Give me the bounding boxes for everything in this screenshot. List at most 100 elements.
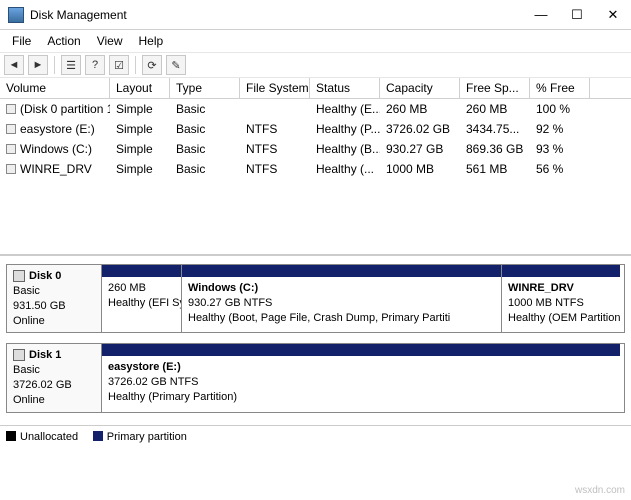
forward-button[interactable]: ► (28, 55, 48, 75)
menu-view[interactable]: View (89, 32, 131, 50)
volume-capacity: 930.27 GB (380, 139, 460, 159)
volume-fs: NTFS (240, 159, 310, 179)
volume-fs: NTFS (240, 139, 310, 159)
disk-name: Disk 0 (29, 270, 61, 282)
col-pctfree[interactable]: % Free (530, 78, 590, 98)
volume-row[interactable]: WINRE_DRVSimpleBasicNTFSHealthy (...1000… (0, 159, 631, 179)
volume-layout: Simple (110, 159, 170, 179)
volume-free: 260 MB (460, 99, 530, 119)
legend-primary-label: Primary partition (107, 431, 187, 443)
volume-fs: NTFS (240, 119, 310, 139)
partition-size: 3726.02 GB NTFS (108, 376, 199, 388)
volume-row[interactable]: (Disk 0 partition 1)SimpleBasic Healthy (… (0, 99, 631, 119)
settings-button[interactable]: ✎ (166, 55, 186, 75)
disk-group[interactable]: Disk 0 Basic 931.50 GB Online 260 MB Healthy … (6, 264, 625, 333)
disk-name: Disk 1 (29, 349, 61, 361)
partition-body: WINRE_DRV 1000 MB NTFS Healthy (OEM Partit… (502, 277, 620, 330)
partition[interactable]: WINRE_DRV 1000 MB NTFS Healthy (OEM Partit… (502, 265, 620, 332)
minimize-button[interactable]: — (523, 0, 559, 29)
col-capacity[interactable]: Capacity (380, 78, 460, 98)
watermark: wsxdn.com (575, 485, 625, 496)
legend-primary-swatch (93, 431, 103, 441)
volume-capacity: 260 MB (380, 99, 460, 119)
menu-action[interactable]: Action (39, 32, 88, 50)
partitions: easystore (E:)3726.02 GB NTFSHealthy (Pr… (102, 344, 624, 411)
partition-name: Windows (C:) (188, 282, 258, 294)
partition[interactable]: 260 MB Healthy (EFI System (102, 265, 182, 332)
toolbar: ◄ ► ☰ ? ☑ ⟳ ✎ (0, 52, 631, 78)
disk-state: Online (13, 315, 45, 327)
col-status[interactable]: Status (310, 78, 380, 98)
partition-color-bar (102, 344, 620, 356)
partition-body: Windows (C:) 930.27 GB NTFS Healthy (Boot,… (182, 277, 501, 330)
volume-fs (240, 99, 310, 119)
disk-size: 3726.02 GB (13, 379, 72, 391)
volume-name: Windows (C:) (0, 139, 110, 159)
volume-status: Healthy (B... (310, 139, 380, 159)
disk-size: 931.50 GB (13, 300, 66, 312)
disk-type: Basic (13, 364, 40, 376)
partition-size: 260 MB (108, 282, 146, 294)
volume-type: Basic (170, 119, 240, 139)
partition-status: Healthy (EFI System (108, 297, 181, 309)
close-button[interactable]: ✕ (595, 0, 631, 29)
partition-status: Healthy (Boot, Page File, Crash Dump, Pr… (188, 312, 450, 324)
volume-capacity: 3726.02 GB (380, 119, 460, 139)
volume-name: easystore (E:) (0, 119, 110, 139)
legend-unallocated-label: Unallocated (20, 431, 78, 443)
partition-status: Healthy (Primary Partition) (108, 391, 237, 403)
refresh-button[interactable]: ⟳ (142, 55, 162, 75)
partition-size: 1000 MB NTFS (508, 297, 584, 309)
volume-free: 869.36 GB (460, 139, 530, 159)
partition-body: easystore (E:)3726.02 GB NTFSHealthy (Pr… (102, 356, 620, 409)
partitions: 260 MB Healthy (EFI System Windows (C:) 930… (102, 265, 624, 332)
menu-file[interactable]: File (4, 32, 39, 50)
volume-row[interactable]: Windows (C:)SimpleBasicNTFSHealthy (B...… (0, 139, 631, 159)
col-filesystem[interactable]: File System (240, 78, 310, 98)
app-icon (8, 7, 24, 23)
help-button[interactable]: ? (85, 55, 105, 75)
list-view-button[interactable]: ☰ (61, 55, 81, 75)
partition-size: 930.27 GB NTFS (188, 297, 272, 309)
col-type[interactable]: Type (170, 78, 240, 98)
volume-free: 561 MB (460, 159, 530, 179)
volume-type: Basic (170, 139, 240, 159)
title-bar: Disk Management — ☐ ✕ (0, 0, 631, 30)
volume-free: 3434.75... (460, 119, 530, 139)
drive-icon (6, 164, 16, 174)
partition-name: WINRE_DRV (508, 282, 574, 294)
disk-icon (13, 270, 25, 282)
col-freespace[interactable]: Free Sp... (460, 78, 530, 98)
col-volume[interactable]: Volume (0, 78, 110, 98)
volume-status: Healthy (P... (310, 119, 380, 139)
back-button[interactable]: ◄ (4, 55, 24, 75)
disk-summary: Disk 1Basic3726.02 GBOnline (7, 344, 102, 411)
legend: Unallocated Primary partition (0, 425, 631, 446)
volume-status: Healthy (E... (310, 99, 380, 119)
volume-name: (Disk 0 partition 1) (0, 99, 110, 119)
maximize-button[interactable]: ☐ (559, 0, 595, 29)
legend-unallocated-swatch (6, 431, 16, 441)
disk-group[interactable]: Disk 1Basic3726.02 GBOnlineeasystore (E:… (6, 343, 625, 412)
volume-layout: Simple (110, 99, 170, 119)
disk-type: Basic (13, 285, 40, 297)
window-title: Disk Management (30, 8, 523, 22)
partition-color-bar (182, 265, 501, 277)
partition[interactable]: easystore (E:)3726.02 GB NTFSHealthy (Pr… (102, 344, 620, 411)
menu-bar: File Action View Help (0, 30, 631, 52)
volume-type: Basic (170, 99, 240, 119)
volume-layout: Simple (110, 119, 170, 139)
volume-pctfree: 92 % (530, 119, 590, 139)
volume-list[interactable]: (Disk 0 partition 1)SimpleBasicHealthy (… (0, 99, 631, 254)
toolbar-sep (135, 56, 136, 74)
menu-help[interactable]: Help (131, 32, 172, 50)
partition[interactable]: Windows (C:) 930.27 GB NTFS Healthy (Boot,… (182, 265, 502, 332)
partition-body: 260 MB Healthy (EFI System (102, 277, 181, 315)
volume-row[interactable]: easystore (E:)SimpleBasicNTFSHealthy (P.… (0, 119, 631, 139)
volume-type: Basic (170, 159, 240, 179)
drive-icon (6, 104, 16, 114)
partition-status: Healthy (OEM Partition) (508, 312, 620, 324)
properties-button[interactable]: ☑ (109, 55, 129, 75)
col-layout[interactable]: Layout (110, 78, 170, 98)
graphical-view: Disk 0 Basic 931.50 GB Online 260 MB Healthy … (0, 254, 631, 425)
